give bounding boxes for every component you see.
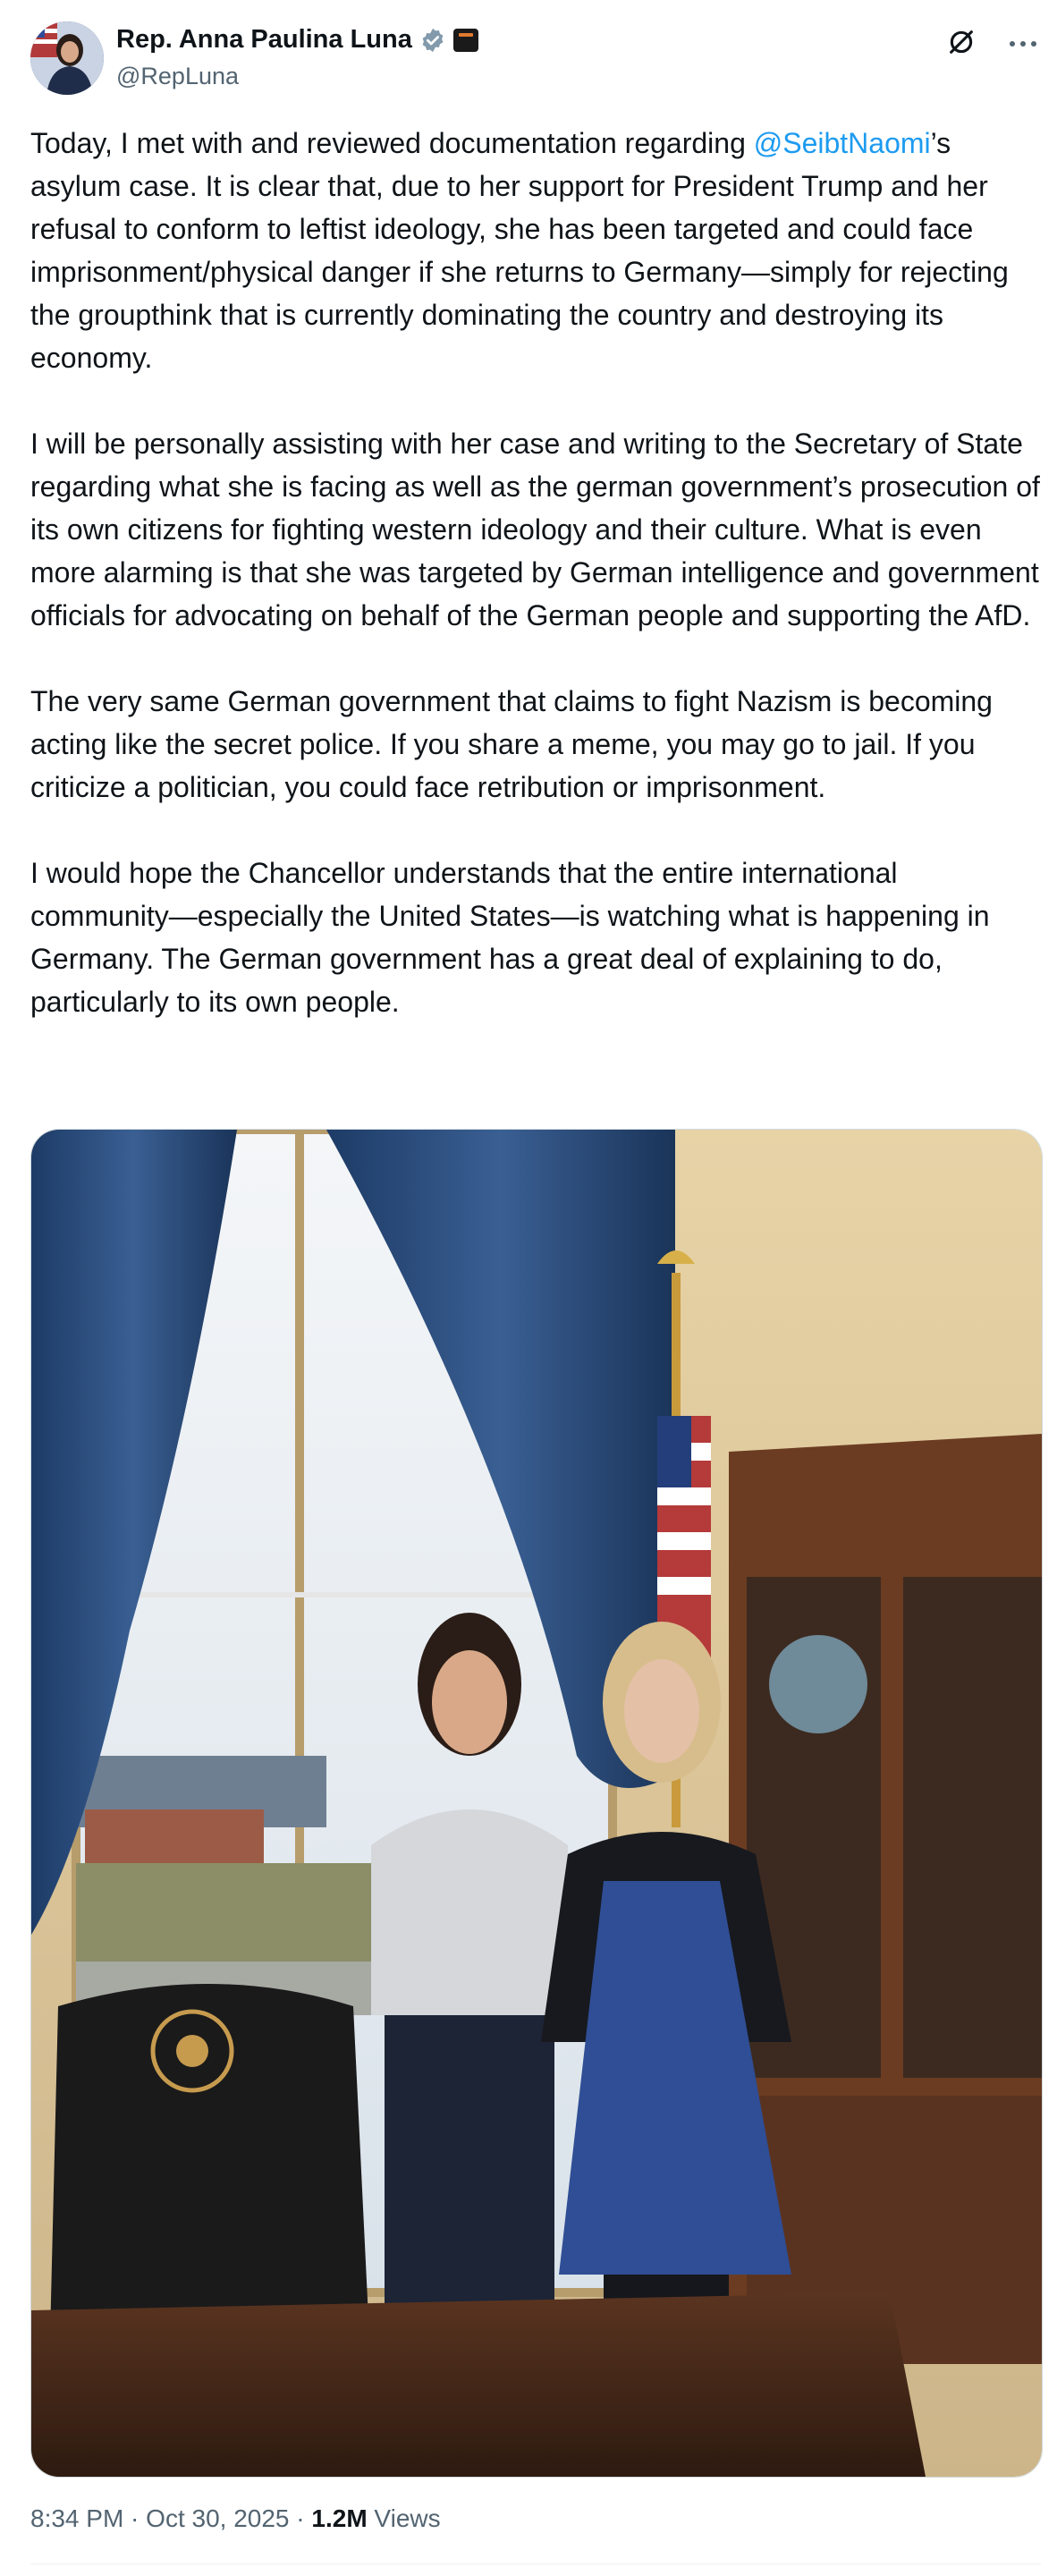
tweet-meta: 8:34 PM · Oct 30, 2025 · 1.2M Views [30, 2504, 441, 2533]
author-handle[interactable]: @RepLuna [116, 63, 239, 90]
author-display-name[interactable]: Rep. Anna Paulina Luna [116, 25, 412, 55]
views-count: 1.2M [311, 2504, 368, 2532]
avatar-photo [30, 21, 104, 95]
tweet-paragraph-1: Today, I met with and reviewed documenta… [30, 122, 1041, 379]
mention-link[interactable]: @SeibtNaomi [754, 127, 931, 159]
tweet-header: Rep. Anna Paulina Luna @RepLuna [30, 21, 1041, 95]
meta-separator: · [123, 2504, 147, 2532]
tweet-time[interactable]: 8:34 PM [30, 2504, 123, 2532]
author-avatar[interactable] [30, 21, 104, 95]
office-photo [31, 1130, 1042, 2477]
more-icon[interactable] [1005, 30, 1041, 57]
tweet-paragraph-4: I would hope the Chancellor understands … [30, 857, 990, 1018]
affiliation-badge-icon[interactable] [452, 28, 478, 52]
tweet-text-segment: Today, I met with and reviewed documenta… [30, 127, 754, 159]
tweet-paragraph-3: The very same German government that cla… [30, 685, 993, 803]
meta-separator: · [289, 2504, 312, 2532]
tweet-date[interactable]: Oct 30, 2025 [146, 2504, 289, 2532]
grok-icon[interactable] [946, 27, 977, 57]
views-label: Views [367, 2504, 441, 2532]
tweet-paragraph-2: I will be personally assisting with her … [30, 428, 1040, 631]
tweet-text: Today, I met with and reviewed documenta… [30, 122, 1041, 1066]
tweet-photo[interactable] [30, 1129, 1043, 2478]
tweet-text-segment: ’s asylum case. It is clear that, due to… [30, 127, 1009, 374]
author-name-row: Rep. Anna Paulina Luna [116, 25, 478, 55]
divider [30, 2563, 1041, 2564]
verified-badge-icon[interactable] [419, 27, 446, 54]
